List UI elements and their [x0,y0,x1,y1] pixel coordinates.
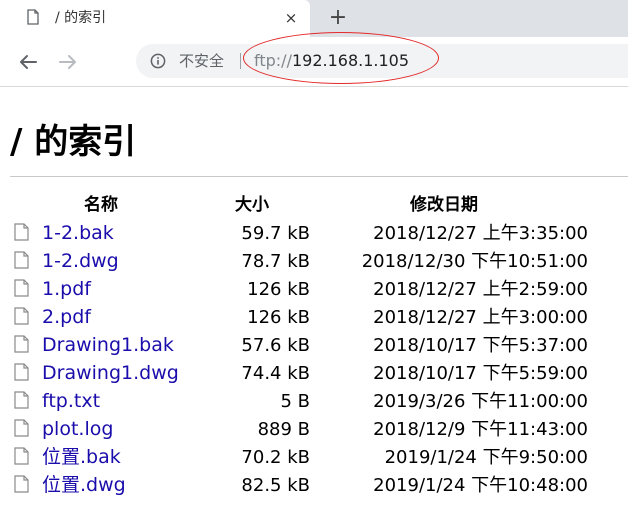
file-modified: 2018/12/30 下午10:51:00 [361,251,588,272]
file-link[interactable]: Drawing1.dwg [42,360,179,386]
file-icon [14,475,29,493]
file-row: Drawing1.dwg 74.4 kB 2018/10/17 下午5:59:0… [0,359,628,387]
file-modified: 2019/1/24 下午10:48:00 [373,475,588,496]
file-row: 1-2.bak 59.7 kB 2018/12/27 上午3:35:00 [0,219,628,247]
file-link[interactable]: 位置.dwg [42,472,126,498]
file-modified: 2018/10/17 下午5:59:00 [373,363,588,384]
file-row: ftp.txt 5 B 2019/3/26 下午11:00:00 [0,387,628,415]
file-icon [14,223,29,241]
file-link[interactable]: 1-2.bak [42,220,114,246]
browser-toolbar: 不安全 ftp://192.168.1.105 [0,37,628,87]
file-row: 2.pdf 126 kB 2018/12/27 上午3:00:00 [0,303,628,331]
security-label[interactable]: 不安全 [179,51,224,71]
file-link[interactable]: Drawing1.bak [42,332,174,358]
file-icon [14,447,29,465]
file-icon [14,335,29,353]
file-size: 5 B [280,391,310,412]
tab-index[interactable]: / 的索引 × [0,0,310,37]
file-modified: 2018/12/9 下午11:43:00 [373,419,588,440]
file-link[interactable]: 2.pdf [42,304,91,330]
address-separator [240,53,241,69]
tab-strip: / 的索引 × + [0,0,628,37]
page-icon [27,9,39,25]
file-row: 1.pdf 126 kB 2018/12/27 上午2:59:00 [0,275,628,303]
file-link[interactable]: plot.log [42,416,113,442]
file-modified: 2018/12/27 上午3:35:00 [373,223,588,244]
file-link[interactable]: ftp.txt [42,388,100,414]
url-text[interactable]: ftp://192.168.1.105 [254,50,409,72]
file-link[interactable]: 位置.bak [42,444,121,470]
file-size: 59.7 kB [241,223,310,244]
file-icon [14,279,29,297]
file-modified: 2018/12/27 上午3:00:00 [373,307,588,328]
url-host: 192.168.1.105 [291,51,410,70]
file-size: 889 B [257,419,310,440]
file-icon [14,251,29,269]
file-modified: 2019/3/26 下午11:00:00 [373,391,588,412]
new-tab-button[interactable]: + [326,6,350,30]
file-link[interactable]: 1-2.dwg [42,248,119,274]
column-header-size[interactable]: 大小 [235,193,269,217]
file-row: plot.log 889 B 2018/12/9 下午11:43:00 [0,415,628,443]
file-list: 1-2.bak 59.7 kB 2018/12/27 上午3:35:00 1-2… [0,219,628,505]
column-header-name[interactable]: 名称 [84,193,118,217]
file-icon [14,419,29,437]
file-row: 位置.dwg 82.5 kB 2019/1/24 下午10:48:00 [0,471,628,499]
info-icon[interactable] [150,53,166,69]
file-row: Drawing1.bak 57.6 kB 2018/10/17 下午5:37:0… [0,331,628,359]
file-size: 82.5 kB [241,475,310,496]
url-scheme: ftp:// [254,51,292,70]
file-modified: 2018/12/27 上午2:59:00 [373,279,588,300]
file-link[interactable]: 1.pdf [42,276,91,302]
column-header-modified[interactable]: 修改日期 [410,193,478,217]
file-size: 74.4 kB [241,363,310,384]
file-size: 57.6 kB [241,335,310,356]
forward-arrow-icon[interactable] [56,50,80,74]
file-icon [14,363,29,381]
file-size: 70.2 kB [241,447,310,468]
file-size: 78.7 kB [241,251,310,272]
tab-title: / 的索引 [55,10,107,26]
address-bar[interactable]: 不安全 ftp://192.168.1.105 [136,44,628,78]
tab-close-icon[interactable]: × [282,9,300,27]
file-modified: 2018/10/17 下午5:37:00 [373,335,588,356]
file-modified: 2019/1/24 下午9:50:00 [384,447,588,468]
back-arrow-icon[interactable] [16,50,40,74]
file-row: 位置.bak 70.2 kB 2019/1/24 下午9:50:00 [0,443,628,471]
file-row: 1-2.dwg 78.7 kB 2018/12/30 下午10:51:00 [0,247,628,275]
page-title: / 的索引 [10,122,137,162]
file-size: 126 kB [247,279,310,300]
header-divider [10,176,628,177]
file-icon [14,391,29,409]
file-size: 126 kB [247,307,310,328]
file-icon [14,307,29,325]
